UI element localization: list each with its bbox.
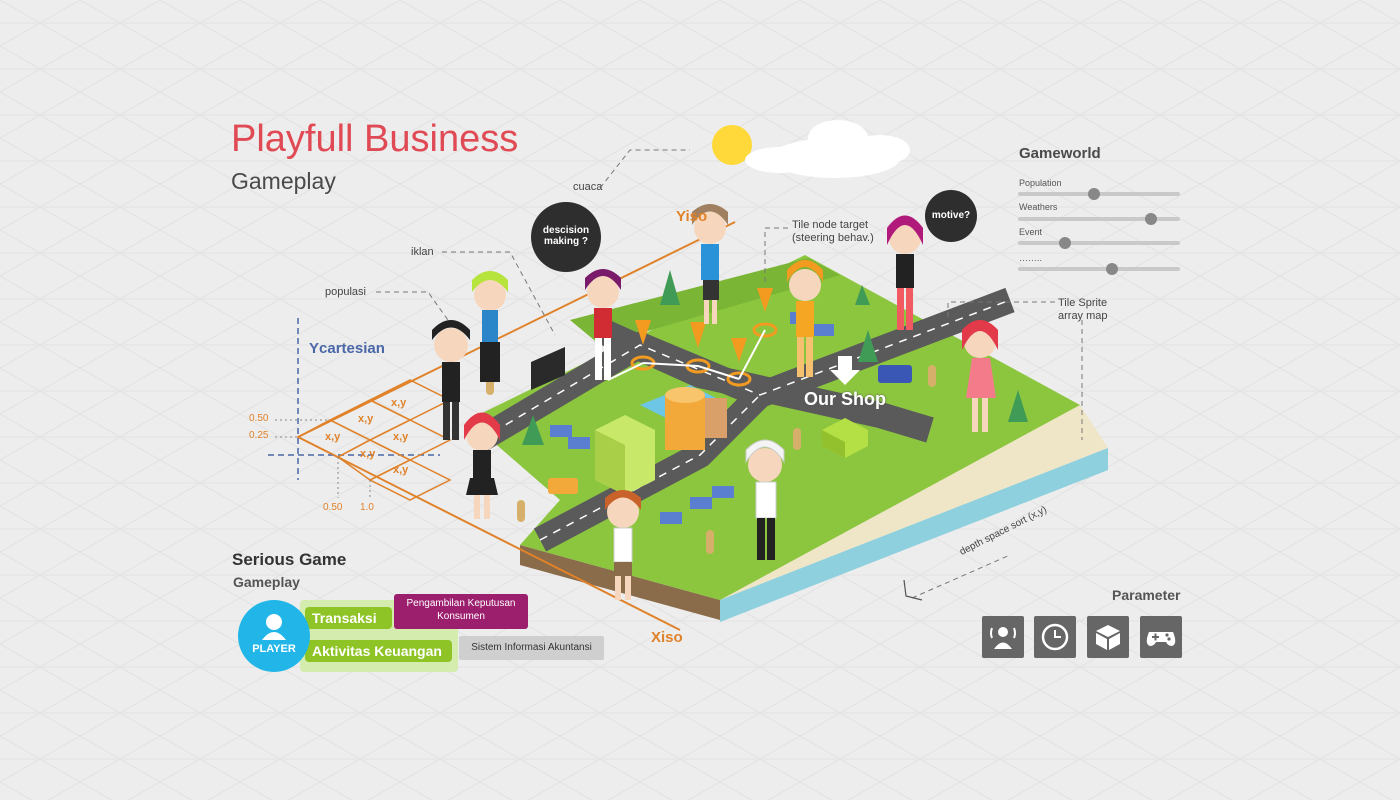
sistem-informasi-pill[interactable]: Sistem Informasi Akuntansi [459,636,604,660]
person-signal-button[interactable] [982,616,1024,658]
cube-icon [1096,625,1120,650]
grid-cell-label: x,y [391,397,407,409]
clock-button[interactable] [1034,616,1076,658]
annotation-cuaca: cuaca [573,181,603,193]
tick-x-050: 0.50 [323,502,343,513]
slider-knob[interactable] [1144,213,1157,225]
grid-cell-label: x,y [325,431,341,443]
slider-knob[interactable] [1058,237,1071,249]
tick-x-10: 1.0 [360,502,374,513]
pengambilan-line1: Pengambilan Keputusan [406,598,516,609]
weathers-slider[interactable] [1018,213,1180,225]
decision-bubble: descision making ? [531,202,601,272]
slider-label-weathers: Weathers [1019,202,1058,212]
clock-icon [1041,623,1069,651]
grid-cell-label: x,y [358,413,374,425]
our-shop-label: Our Shop [804,389,886,409]
annotation-tile-node-1: Tile node target [792,219,869,231]
character-white-hair [745,439,785,560]
page-title: Playfull Business [231,118,519,160]
decision-bubble-line1: descision [542,225,590,236]
character-red-hair-girl [464,412,500,519]
transaksi-pill[interactable]: Transaksi [305,607,392,629]
pengambilan-keputusan-pill[interactable]: Pengambilan Keputusan Konsumen [394,594,528,629]
slider-label-event: Event [1019,227,1043,237]
tick-y-025: 0.25 [249,430,269,441]
grid-cell-label: x,y [393,431,409,443]
motive-bubble: motive? [925,190,977,242]
motive-bubble-text: motive? [931,210,971,221]
annotation-tile-node-2: (steering behav.) [792,232,874,244]
slider-knob[interactable] [1105,263,1118,275]
parameter-title: Parameter [1112,587,1181,603]
grid-cell-label: x,y [360,448,376,460]
serious-game-subtitle: Gameplay [233,574,300,590]
character-brown-hair-short [605,490,641,600]
annotation-tile-sprite-2: array map [1058,310,1108,322]
slider-label-more: …….. [1019,253,1043,263]
pengambilan-line2: Konsumen [437,611,485,622]
characters [432,204,998,600]
grid-cell-label: x,y [393,464,409,476]
axis-label-xiso: Xiso [651,629,683,646]
person-signal-icon [990,627,1016,649]
cube-button[interactable] [1087,616,1129,658]
character-red-hair-right [962,320,998,432]
user-icon [262,614,286,640]
character-black-hair [432,320,470,440]
annotation-populasi: populasi [325,286,366,298]
axis-label-ycartesian: Ycartesian [309,340,385,357]
page-subtitle: Gameplay [231,168,336,194]
population-slider[interactable] [1018,188,1180,200]
slider-label-population: Population [1019,178,1062,188]
annotation-iklan: iklan [411,246,434,258]
character-orange-hair [787,260,823,377]
character-purple-hair-boy [585,269,621,380]
tick-y-050: 0.50 [249,413,269,424]
annotation-tile-sprite-1: Tile Sprite [1058,297,1108,309]
gamepad-button[interactable] [1140,616,1182,658]
gameworld-title: Gameworld [1019,145,1101,162]
serious-game-title: Serious Game [232,550,347,569]
player-avatar[interactable]: PLAYER [238,600,310,672]
aktivitas-keuangan-pill[interactable]: Aktivitas Keuangan [305,640,452,662]
axis-label-yiso: Yiso [676,208,708,225]
event-slider[interactable] [1018,237,1180,249]
more-slider[interactable] [1018,263,1180,275]
gamepad-icon [1146,632,1176,646]
character-magenta-hair-girl [887,215,923,330]
player-label: PLAYER [252,643,296,655]
decision-bubble-line2: making ? [544,236,588,247]
character-green-hair [472,271,508,382]
